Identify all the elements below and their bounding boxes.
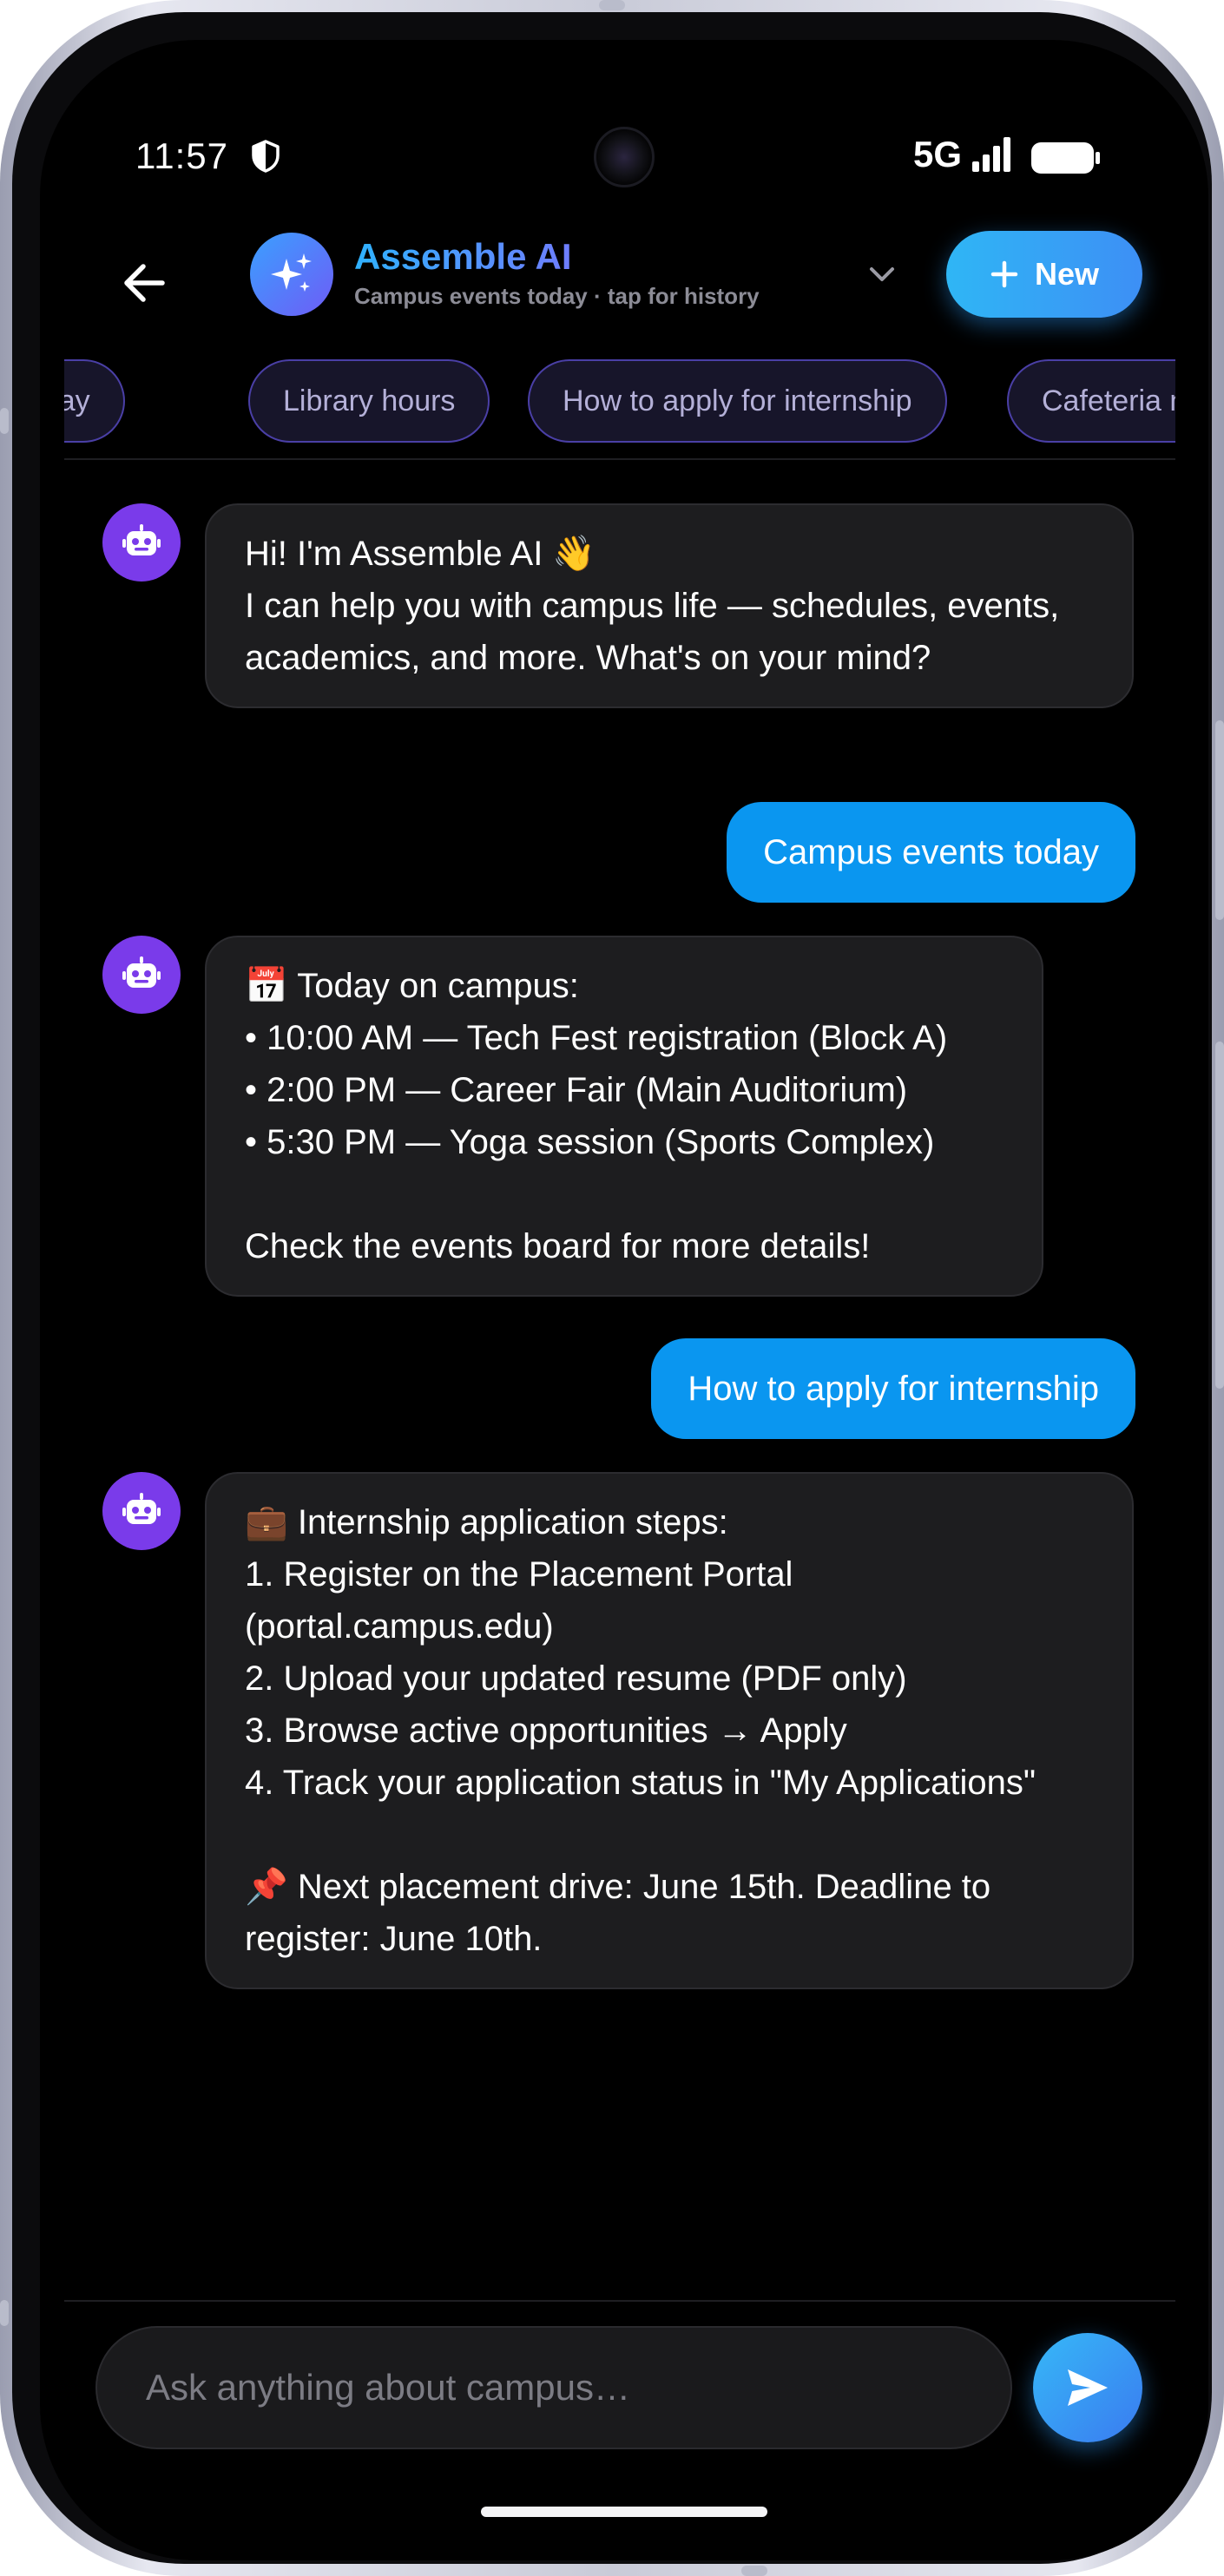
user-message: Campus events today	[727, 802, 1135, 903]
composer-field[interactable]	[95, 2326, 1012, 2449]
message-input[interactable]	[144, 2366, 1010, 2409]
new-chat-button[interactable]: New	[946, 231, 1142, 318]
chips-divider	[64, 458, 1175, 460]
app-screen: 11:57 5G Assemble AI Campus events today…	[40, 40, 1208, 2560]
assistant-message: 💼 Internship application steps: 1. Regis…	[205, 1472, 1134, 1989]
volume-button	[1215, 720, 1224, 920]
assistant-message: 📅 Today on campus: • 10:00 AM — Tech Fes…	[205, 936, 1043, 1297]
back-button[interactable]	[109, 248, 179, 318]
conversation-subtitle[interactable]: Campus events today · tap for history	[354, 283, 760, 310]
suggestion-chip[interactable]: Library hours	[248, 359, 490, 443]
user-message: How to apply for internship	[651, 1338, 1135, 1439]
suggestion-chip[interactable]: Cafeteria m	[1007, 359, 1175, 443]
network-type: 5G	[913, 134, 963, 174]
plus-icon	[990, 260, 1018, 288]
power-button	[1215, 1042, 1224, 1389]
side-button-bottom	[741, 2566, 767, 2576]
robot-icon	[122, 956, 161, 988]
assistant-message: Hi! I'm Assemble AI 👋 I can help you wit…	[205, 503, 1134, 708]
suggestion-chip[interactable]: How to apply for internship	[528, 359, 947, 443]
suggestion-chip[interactable]: s today	[64, 359, 125, 443]
shield-icon	[252, 140, 280, 173]
phone-bezel: 11:57 5G Assemble AI Campus events today…	[12, 12, 1212, 2564]
send-icon	[1068, 2369, 1108, 2406]
robot-icon	[122, 524, 161, 555]
status-time: 11:57	[135, 135, 228, 176]
side-button-left	[0, 2300, 9, 2326]
app-title[interactable]: Assemble AI	[354, 236, 572, 278]
composer-divider	[64, 2300, 1175, 2302]
assistant-avatar	[102, 936, 181, 1014]
assistant-logo[interactable]	[250, 233, 333, 316]
chevron-down-icon[interactable]	[863, 255, 901, 293]
side-button-left	[0, 408, 9, 434]
phone-frame: 11:57 5G Assemble AI Campus events today…	[0, 0, 1224, 2576]
suggestion-chips: s today Library hours How to apply for i…	[64, 359, 1175, 446]
new-chat-label: New	[1034, 256, 1100, 292]
assistant-avatar	[102, 1472, 181, 1550]
sparkles-icon	[271, 253, 312, 292]
front-camera	[594, 127, 655, 187]
send-button[interactable]	[1033, 2333, 1142, 2442]
assistant-avatar	[102, 503, 181, 582]
arrow-left-icon	[124, 264, 165, 302]
home-indicator[interactable]	[481, 2507, 767, 2517]
battery-icon	[1031, 142, 1100, 174]
signal-icon	[972, 137, 1010, 172]
robot-icon	[122, 1493, 161, 1524]
side-button-top	[599, 0, 625, 10]
